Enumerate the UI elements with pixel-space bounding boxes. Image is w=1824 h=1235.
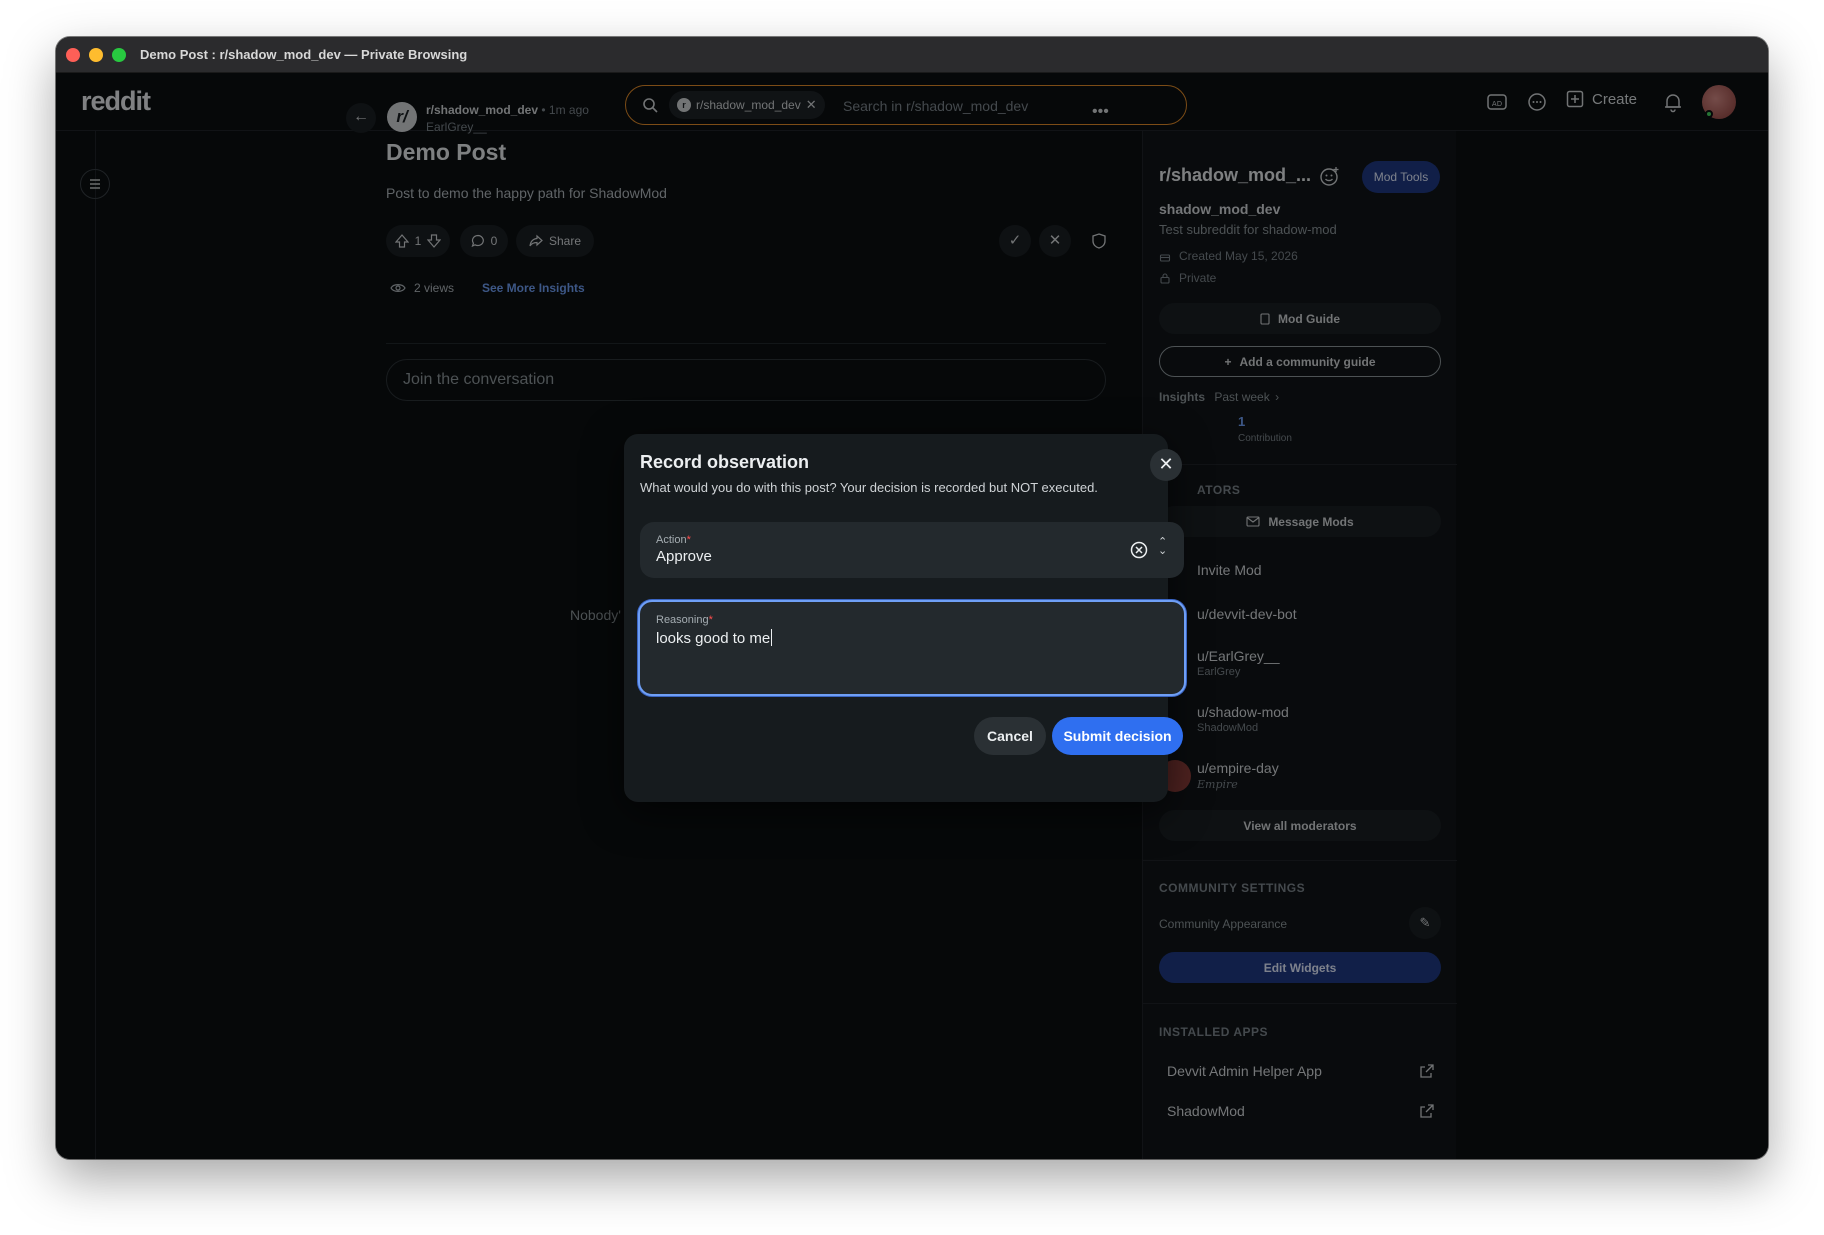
action-label: Action* xyxy=(656,534,691,546)
page: reddit r r/shadow_mod_dev ✕ Search in r/… xyxy=(56,73,1768,1159)
text-caret xyxy=(771,629,773,646)
record-observation-dialog: Record observation What would you do wit… xyxy=(624,434,1186,802)
reasoning-textarea[interactable]: Reasoning* looks good to me xyxy=(638,600,1186,696)
browser-window: Demo Post : r/shadow_mod_dev — Private B… xyxy=(56,37,1768,1159)
dialog-description: What would you do with this post? Your d… xyxy=(640,480,1098,495)
chevron-updown-icon[interactable]: ⌃ ⌄ xyxy=(1158,537,1167,557)
cancel-button[interactable]: Cancel xyxy=(974,717,1046,755)
reasoning-value: looks good to me xyxy=(656,629,773,647)
close-dialog-icon[interactable]: ✕ xyxy=(1150,449,1182,481)
action-select[interactable]: Action* Approve ⌃ ⌄ xyxy=(640,522,1184,578)
clear-selection-icon[interactable] xyxy=(1130,541,1148,559)
submit-decision-button[interactable]: Submit decision xyxy=(1052,717,1183,755)
action-value: Approve xyxy=(656,548,712,565)
title-bar: Demo Post : r/shadow_mod_dev — Private B… xyxy=(56,37,1768,73)
minimize-window-button[interactable] xyxy=(89,48,103,62)
dialog-title: Record observation xyxy=(640,452,810,472)
window-title: Demo Post : r/shadow_mod_dev — Private B… xyxy=(140,47,468,62)
close-window-button[interactable] xyxy=(66,48,80,62)
maximize-window-button[interactable] xyxy=(112,48,126,62)
reasoning-label: Reasoning* xyxy=(656,614,713,626)
